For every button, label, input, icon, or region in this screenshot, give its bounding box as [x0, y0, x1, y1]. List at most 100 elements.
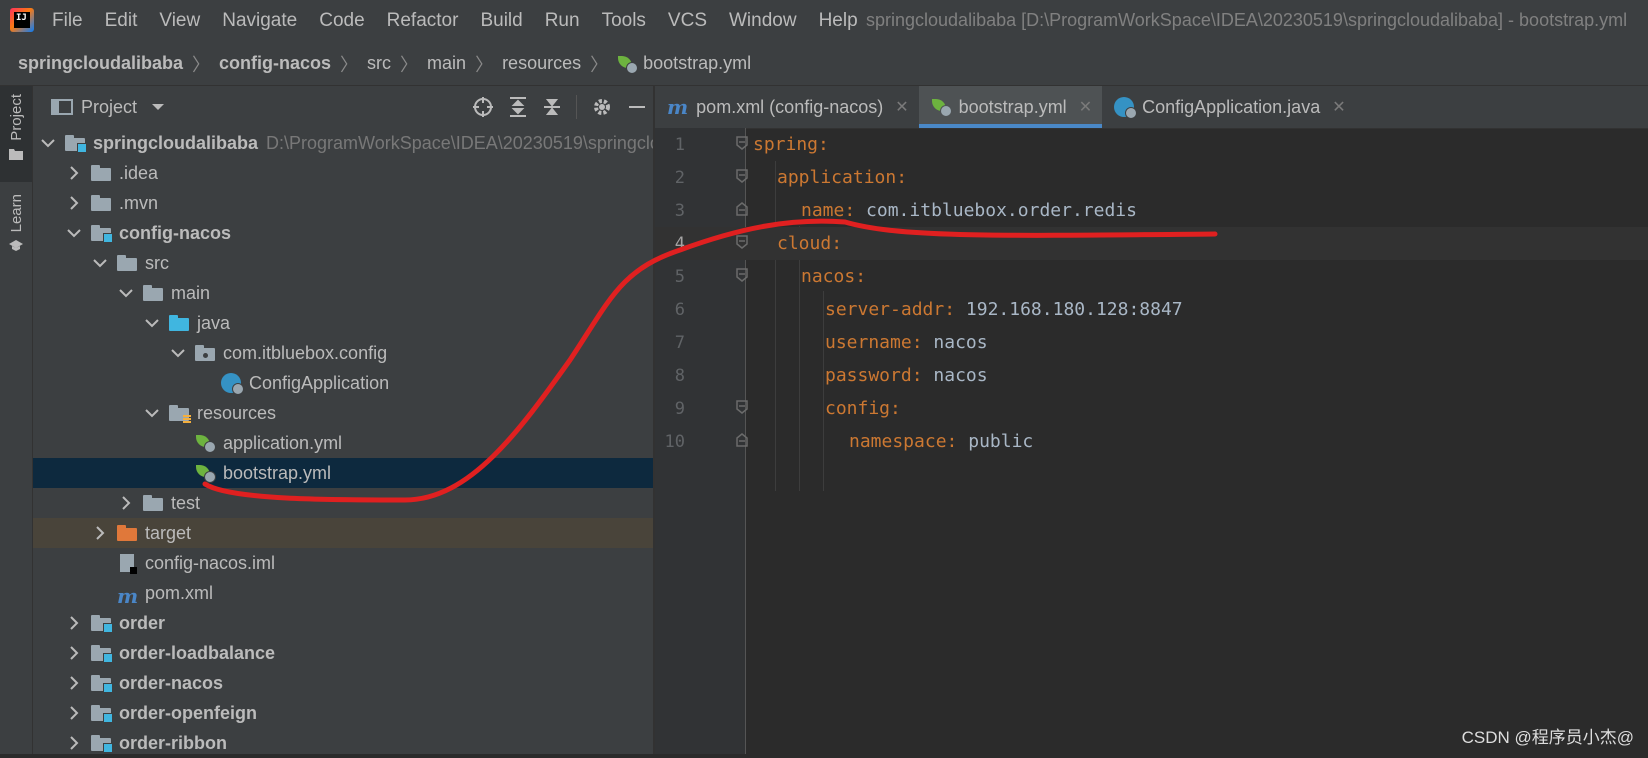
- tree-item-idea[interactable]: .idea: [33, 158, 653, 188]
- breadcrumb-separator-icon: 〉: [590, 54, 609, 75]
- learn-tool-button[interactable]: Learn: [0, 190, 32, 270]
- project-panel: Project springcloudalibaba D:\ProgramWor…: [33, 86, 653, 754]
- menu-tools[interactable]: Tools: [602, 10, 646, 32]
- tree-item-order-nacos[interactable]: order-nacos: [33, 668, 653, 698]
- chevron-down-icon[interactable]: [171, 346, 185, 360]
- chevron-down-icon[interactable]: [93, 256, 107, 270]
- breadcrumb: springcloudalibaba 〉 config-nacos 〉 src …: [0, 42, 1648, 86]
- project-panel-toolbar: [472, 86, 647, 128]
- menu-build[interactable]: Build: [480, 10, 522, 32]
- menu-code[interactable]: Code: [319, 10, 364, 32]
- tab-pom-xml[interactable]: m pom.xml (config-nacos) ✕: [655, 86, 919, 128]
- tree-item-java[interactable]: java: [33, 308, 653, 338]
- chevron-right-icon[interactable]: [67, 736, 81, 750]
- code-area[interactable]: 1 spring: 2 application: 3 name: com.itb…: [655, 128, 1648, 458]
- menu-help[interactable]: Help: [819, 10, 858, 32]
- minimize-icon[interactable]: [627, 96, 647, 118]
- tree-item-test[interactable]: test: [33, 488, 653, 518]
- tree-item-application-yml[interactable]: application.yml: [33, 428, 653, 458]
- code-line: 5 nacos:: [655, 260, 1648, 293]
- menu-navigate[interactable]: Navigate: [222, 10, 297, 32]
- chevron-down-icon[interactable]: [145, 316, 159, 330]
- chevron-right-icon[interactable]: [119, 496, 133, 510]
- dropdown-arrow-icon[interactable]: [151, 102, 165, 112]
- menu-file[interactable]: File: [52, 10, 83, 32]
- project-tool-button[interactable]: Project: [0, 86, 32, 182]
- close-icon[interactable]: ✕: [895, 97, 908, 117]
- code-line: 3 name: com.itbluebox.order.redis: [655, 194, 1648, 227]
- breadcrumb-separator-icon: 〉: [400, 54, 419, 75]
- breadcrumb-module[interactable]: config-nacos: [219, 53, 331, 74]
- tree-item-config-nacos[interactable]: config-nacos: [33, 218, 653, 248]
- fold-end-marker-icon[interactable]: [736, 202, 748, 216]
- tree-item-iml[interactable]: config-nacos.iml: [33, 548, 653, 578]
- line-number: 5: [674, 266, 685, 287]
- chevron-right-icon[interactable]: [67, 676, 81, 690]
- menu-view[interactable]: View: [159, 10, 200, 32]
- chevron-down-icon[interactable]: [41, 136, 55, 150]
- chevron-down-icon[interactable]: [145, 406, 159, 420]
- chevron-right-icon[interactable]: [67, 646, 81, 660]
- tree-item-resources[interactable]: resources: [33, 398, 653, 428]
- fold-end-marker-icon[interactable]: [736, 433, 748, 447]
- folder-icon: [117, 255, 137, 271]
- project-panel-header: Project: [33, 86, 653, 128]
- chevron-right-icon[interactable]: [67, 616, 81, 630]
- chevron-right-icon[interactable]: [67, 196, 81, 210]
- breadcrumb-src[interactable]: src: [367, 53, 391, 74]
- tree-item-order-loadbalance[interactable]: order-loadbalance: [33, 638, 653, 668]
- fold-marker-icon[interactable]: [736, 268, 748, 282]
- intellij-logo-icon[interactable]: IJ: [10, 8, 34, 32]
- tree-item-pom[interactable]: m pom.xml: [33, 578, 653, 609]
- tab-bootstrap-yml[interactable]: bootstrap.yml ✕: [918, 86, 1103, 128]
- tree-item-label: order: [119, 612, 166, 633]
- module-folder-icon: [91, 675, 113, 693]
- tree-item-configapplication[interactable]: ConfigApplication: [33, 368, 653, 398]
- menu-edit[interactable]: Edit: [105, 10, 138, 32]
- tree-item-order[interactable]: order: [33, 608, 653, 638]
- tree-item-order-openfeign[interactable]: order-openfeign: [33, 698, 653, 728]
- yaml-key: application: [777, 167, 897, 188]
- expand-all-icon[interactable]: [508, 96, 528, 118]
- menu-run[interactable]: Run: [545, 10, 580, 32]
- fold-marker-icon[interactable]: [736, 235, 748, 249]
- fold-marker-icon[interactable]: [736, 136, 748, 150]
- close-icon[interactable]: ✕: [1332, 97, 1345, 117]
- menu-refactor[interactable]: Refactor: [387, 10, 459, 32]
- yaml-key: username: [825, 332, 912, 353]
- code-line: 2 application:: [655, 161, 1648, 194]
- breadcrumb-resources[interactable]: resources: [502, 53, 581, 74]
- gear-icon[interactable]: [591, 96, 613, 118]
- tree-item-package[interactable]: com.itbluebox.config: [33, 338, 653, 368]
- breadcrumb-project[interactable]: springcloudalibaba: [18, 53, 183, 74]
- tree-item-springcloudalibaba[interactable]: springcloudalibaba D:\ProgramWorkSpace\I…: [33, 128, 653, 158]
- chevron-right-icon[interactable]: [93, 526, 107, 540]
- yaml-separator: :: [855, 266, 867, 287]
- fold-marker-icon[interactable]: [736, 400, 748, 414]
- breadcrumb-main[interactable]: main: [427, 53, 466, 74]
- close-icon[interactable]: ✕: [1079, 97, 1092, 117]
- code-line: 8 password: nacos: [655, 359, 1648, 392]
- tree-item-target[interactable]: target: [33, 518, 653, 548]
- tab-configapplication-java[interactable]: ConfigApplication.java ✕: [1102, 86, 1356, 128]
- spring-yaml-icon: [617, 54, 639, 74]
- tree-item-src[interactable]: src: [33, 248, 653, 278]
- collapse-all-icon[interactable]: [542, 96, 562, 118]
- folder-icon: [143, 285, 163, 301]
- menu-window[interactable]: Window: [729, 10, 797, 32]
- menu-vcs[interactable]: VCS: [668, 10, 707, 32]
- code-line: 1 spring:: [655, 128, 1648, 161]
- locate-file-icon[interactable]: [472, 96, 494, 118]
- chevron-down-icon[interactable]: [67, 226, 81, 240]
- tree-item-main[interactable]: main: [33, 278, 653, 308]
- chevron-right-icon[interactable]: [67, 166, 81, 180]
- tree-item-label: springcloudalibaba: [93, 132, 259, 153]
- fold-marker-icon[interactable]: [736, 169, 748, 183]
- tree-item-bootstrap-yml[interactable]: bootstrap.yml: [33, 458, 653, 488]
- tree-item-label: application.yml: [223, 432, 343, 453]
- project-panel-title[interactable]: Project: [81, 97, 137, 118]
- chevron-down-icon[interactable]: [119, 286, 133, 300]
- breadcrumb-file[interactable]: bootstrap.yml: [617, 53, 751, 74]
- chevron-right-icon[interactable]: [67, 706, 81, 720]
- tree-item-mvn[interactable]: .mvn: [33, 188, 653, 218]
